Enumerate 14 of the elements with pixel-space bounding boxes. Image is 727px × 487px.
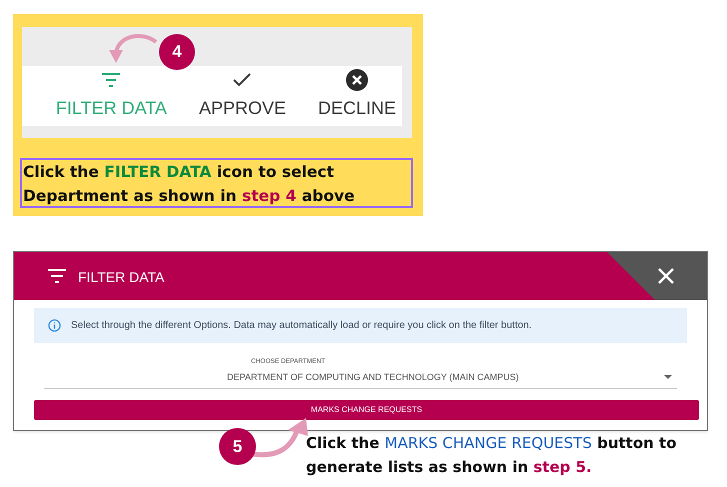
toolbar-button[interactable]: DECLINE xyxy=(318,68,396,122)
filter-icon xyxy=(47,269,67,283)
instruction-text: Click the FILTER DATA icon to select Department as shown in step 4 above xyxy=(20,158,413,208)
toolbar-button[interactable]: APPROVE xyxy=(198,68,286,122)
step-badge: 5 xyxy=(219,428,256,465)
dialog-title: FILTER DATA xyxy=(78,268,164,287)
filter-icon xyxy=(101,73,122,87)
info-icon xyxy=(48,319,61,332)
marks-change-requests-button[interactable]: MARKS CHANGE REQUESTS xyxy=(34,400,699,420)
instruction-text: Click the MARKS CHANGE REQUESTS button to generate lists as shown in step 5. xyxy=(306,433,678,478)
info-text: Select through the different Options. Data may automatically load or require you click on the filter button. xyxy=(71,319,532,333)
select-value: DEPARTMENT OF COMPUTING AND TECHNOLOGY (MAIN CAMPUS) xyxy=(227,371,519,384)
check-icon xyxy=(232,72,252,88)
dropdown-caret-icon xyxy=(664,375,672,379)
